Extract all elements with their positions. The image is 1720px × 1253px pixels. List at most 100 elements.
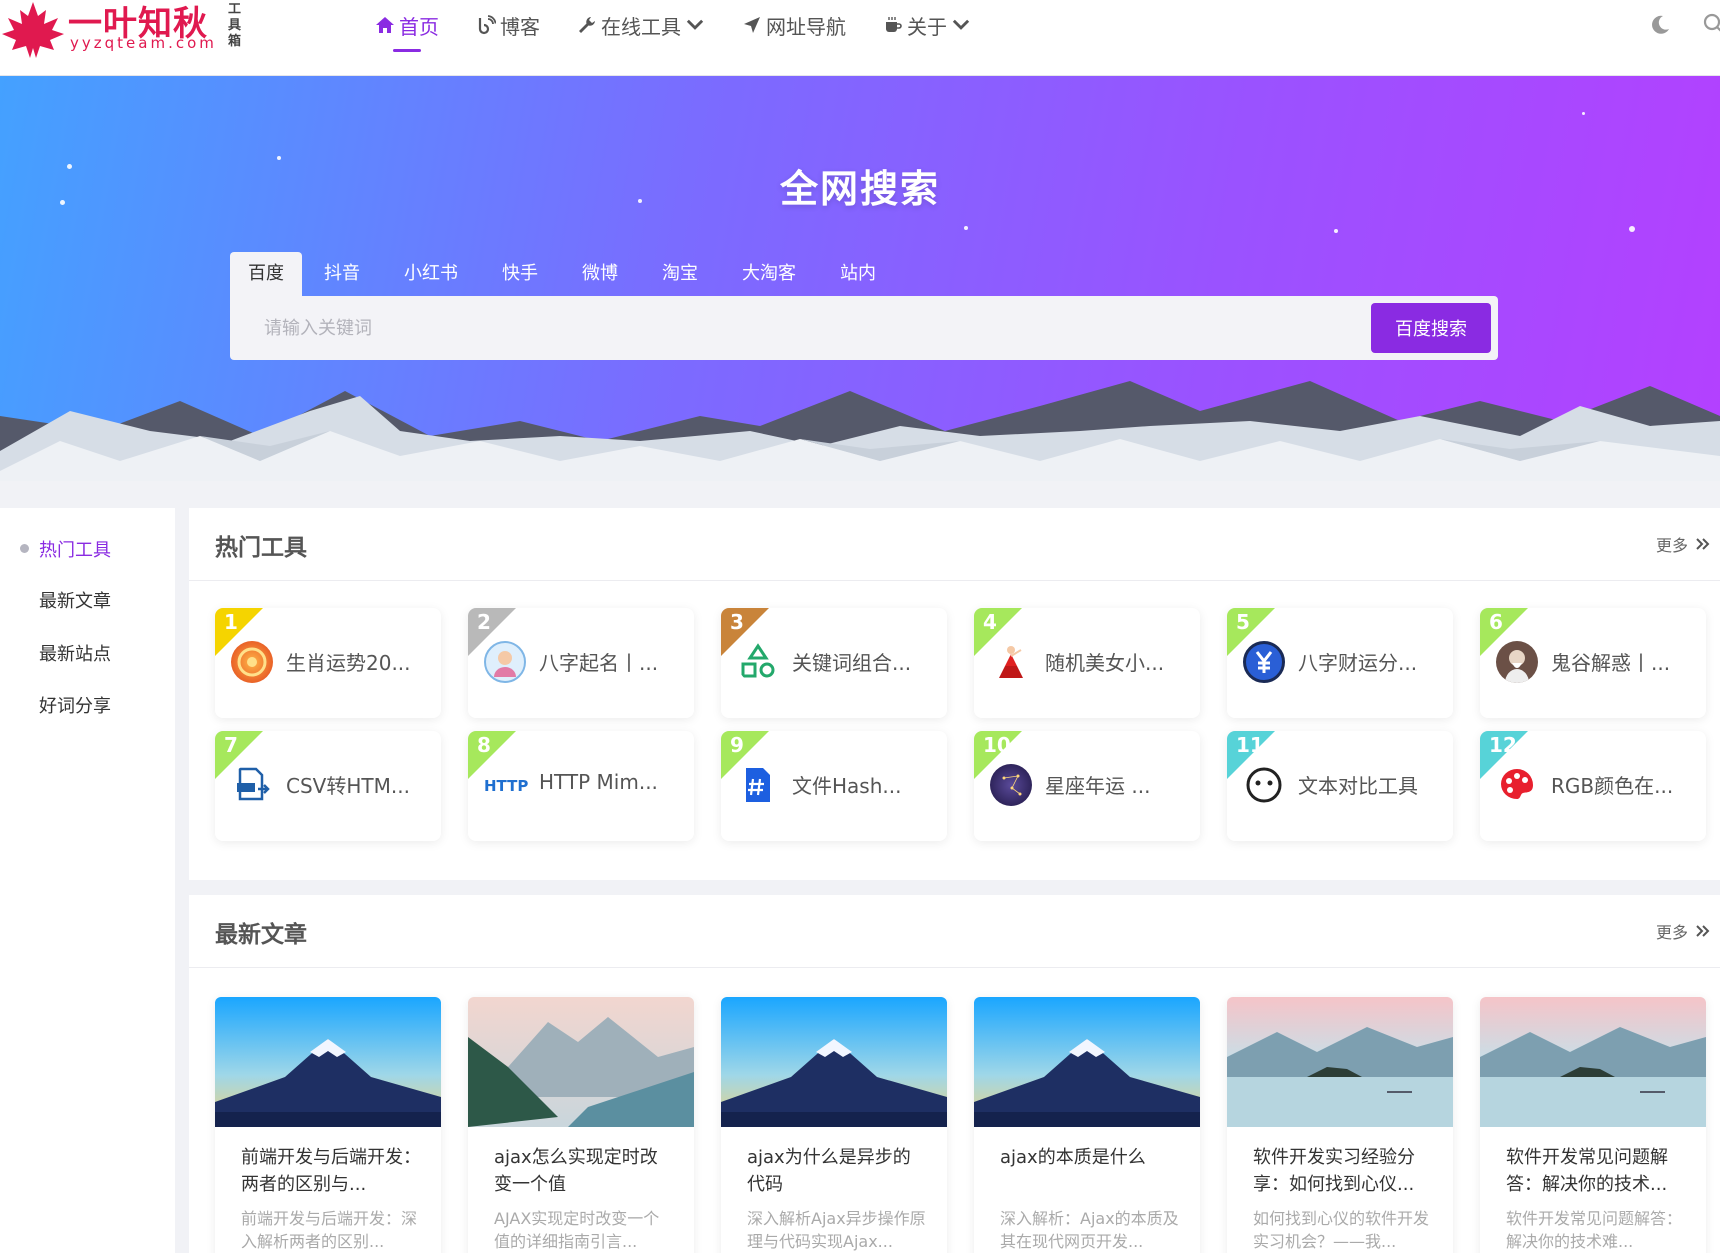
divider — [189, 967, 1720, 968]
article-desc: 前端开发与后端开发：深入解析两者的区别... — [241, 1209, 418, 1251]
article-desc: 深入解析Ajax异步操作原理与代码实现Ajax... — [747, 1209, 926, 1251]
tool-card[interactable]: 4 随机美女小... — [974, 608, 1200, 718]
constellation-icon — [990, 764, 1032, 806]
rank-number: 8 — [477, 733, 491, 757]
nav-blog[interactable]: 博客 — [476, 0, 540, 50]
article-title: 软件开发实习经验分享：如何找到心仪... — [1253, 1147, 1415, 1195]
sidebar-item-latest-sites[interactable]: 最新站点 — [39, 640, 111, 666]
tool-name: HTTP Mim... — [539, 770, 658, 794]
section-sidebar: 热门工具 最新文章 最新站点 好词分享 — [0, 508, 175, 1253]
sidebar-item-word-share[interactable]: 好词分享 — [39, 692, 111, 718]
article-card[interactable]: ajax的本质是什么 深入解析：Ajax的本质及其在现代网页开发... — [974, 997, 1200, 1253]
rank-number: 11 — [1236, 733, 1264, 757]
svg-text:HTTP: HTTP — [484, 777, 528, 795]
tab-xiaohongshu[interactable]: 小红书 — [386, 252, 476, 296]
tab-douyin[interactable]: 抖音 — [306, 252, 378, 296]
tab-baidu[interactable]: 百度 — [230, 252, 302, 296]
tool-card[interactable]: 6 鬼谷解惑丨... — [1480, 608, 1706, 718]
tool-card[interactable]: 11 文本对比工具 — [1227, 731, 1453, 841]
nav-url-navigation-label: 网址导航 — [766, 14, 846, 39]
tool-name: RGB颜色在... — [1551, 774, 1674, 798]
csv-file-icon — [231, 764, 273, 806]
divider — [189, 580, 1720, 581]
latest-articles-title: 最新文章 — [215, 922, 307, 948]
article-thumbnail — [468, 997, 694, 1127]
sidebar-item-label: 最新站点 — [39, 644, 111, 665]
tool-name: CSV转HTM... — [286, 774, 410, 798]
rank-number: 2 — [477, 610, 491, 634]
article-title: ajax怎么实现定时改变一个值 — [494, 1147, 658, 1195]
tab-taobao[interactable]: 淘宝 — [644, 252, 716, 296]
chevron-down-icon — [952, 19, 970, 30]
tool-name: 关键词组合... — [792, 651, 912, 675]
latest-articles-more-link[interactable]: 更多 — [1656, 919, 1710, 943]
nav-online-tools-label: 在线工具 — [601, 14, 681, 39]
top-header: 一叶知秋 yyzqteam.com 工具箱 首页 博客 在线工具 网址导航 关于 — [0, 0, 1720, 76]
tool-card[interactable]: 10 星座年运 ... — [974, 731, 1200, 841]
nav-about-label: 关于 — [907, 14, 947, 39]
nav-blog-label: 博客 — [500, 14, 540, 39]
sidebar-item-label: 最新文章 — [39, 591, 111, 612]
article-title: 软件开发常见问题解答：解决你的技术... — [1506, 1147, 1668, 1195]
maple-leaf-icon — [2, 2, 64, 58]
tab-site[interactable]: 站内 — [822, 252, 894, 296]
shapes-icon — [737, 641, 779, 683]
search-engine-tabs: 百度 抖音 小红书 快手 微博 淘宝 大淘客 站内 — [230, 252, 902, 296]
nav-online-tools[interactable]: 在线工具 — [577, 0, 705, 50]
tool-card[interactable]: 7 CSV转HTM... — [215, 731, 441, 841]
article-card[interactable]: 软件开发实习经验分享：如何找到心仪... 如何找到心仪的软件开发实习机会？——我… — [1227, 997, 1453, 1253]
nav-home[interactable]: 首页 — [375, 0, 439, 52]
http-icon: HTTP — [484, 764, 534, 806]
tab-weibo[interactable]: 微博 — [564, 252, 636, 296]
search-icon[interactable] — [1702, 12, 1720, 36]
tool-card[interactable]: 2 八字起名丨... — [468, 608, 694, 718]
dark-mode-moon-icon[interactable] — [1648, 13, 1672, 37]
hot-tools-panel: 热门工具 更多 1 生肖运势20... 2 八字起名丨... 3 关键词组合..… — [189, 508, 1720, 880]
nav-home-label: 首页 — [399, 14, 439, 39]
nav-url-navigation[interactable]: 网址导航 — [742, 0, 846, 50]
article-title: ajax为什么是异步的代码 — [747, 1147, 911, 1195]
article-thumbnail — [1227, 997, 1453, 1127]
tab-dataoke[interactable]: 大淘客 — [724, 252, 814, 296]
article-card[interactable]: 前端开发与后端开发：两者的区别与... 前端开发与后端开发：深入解析两者的区别.… — [215, 997, 441, 1253]
hot-tools-more-link[interactable]: 更多 — [1656, 532, 1710, 556]
tool-name: 文件Hash... — [792, 774, 902, 798]
sage-avatar-icon — [1496, 641, 1538, 683]
tool-card[interactable]: 3 关键词组合... — [721, 608, 947, 718]
tab-kuaishou[interactable]: 快手 — [484, 252, 556, 296]
search-banner: 全网搜索 百度 抖音 小红书 快手 微博 淘宝 大淘客 站内 百度搜索 — [0, 76, 1720, 508]
main-nav: 首页 博客 在线工具 网址导航 关于 — [375, 0, 1008, 52]
hot-tools-title: 热门工具 — [215, 535, 307, 561]
tool-card[interactable]: 8 HTTP HTTP Mim... — [468, 731, 694, 841]
article-card[interactable]: ajax怎么实现定时改变一个值 AJAX实现定时改变一个值的详细指南引言... — [468, 997, 694, 1253]
article-card[interactable]: ajax为什么是异步的代码 深入解析Ajax异步操作原理与代码实现Ajax... — [721, 997, 947, 1253]
article-desc: 深入解析：Ajax的本质及其在现代网页开发... — [1000, 1209, 1179, 1251]
article-desc: 软件开发常见问题解答：解决你的技术难... — [1506, 1209, 1683, 1251]
article-desc: 如何找到心仪的软件开发实习机会？——我... — [1253, 1209, 1430, 1251]
active-dot — [20, 544, 29, 553]
tool-card[interactable]: 12 RGB颜色在... — [1480, 731, 1706, 841]
tool-card[interactable]: 5 八字财运分... — [1227, 608, 1453, 718]
article-card[interactable]: 软件开发常见问题解答：解决你的技术... 软件开发常见问题解答：解决你的技术难.… — [1480, 997, 1706, 1253]
hash-file-icon — [737, 764, 779, 806]
article-thumbnail — [721, 997, 947, 1127]
baby-name-icon — [484, 641, 526, 683]
rank-number: 3 — [730, 610, 744, 634]
tool-card[interactable]: 1 生肖运势20... — [215, 608, 441, 718]
article-thumbnail — [1480, 997, 1706, 1127]
mountain-illustration — [0, 381, 1720, 508]
tool-name: 八字财运分... — [1298, 651, 1418, 675]
logo-tag: 工具箱 — [228, 2, 242, 49]
sidebar-item-latest-articles[interactable]: 最新文章 — [39, 587, 111, 613]
tool-card[interactable]: 9 文件Hash... — [721, 731, 947, 841]
tool-name: 随机美女小... — [1045, 651, 1165, 675]
article-title: 前端开发与后端开发：两者的区别与... — [241, 1147, 421, 1195]
send-icon — [744, 17, 760, 33]
sidebar-item-hot-tools[interactable]: 热门工具 — [20, 536, 111, 562]
nav-about[interactable]: 关于 — [883, 0, 971, 50]
yen-coin-icon — [1243, 641, 1285, 683]
wrench-icon — [579, 17, 595, 33]
site-logo[interactable]: 一叶知秋 yyzqteam.com 工具箱 — [0, 0, 241, 60]
article-thumbnail — [215, 997, 441, 1127]
palette-icon — [1496, 764, 1538, 806]
